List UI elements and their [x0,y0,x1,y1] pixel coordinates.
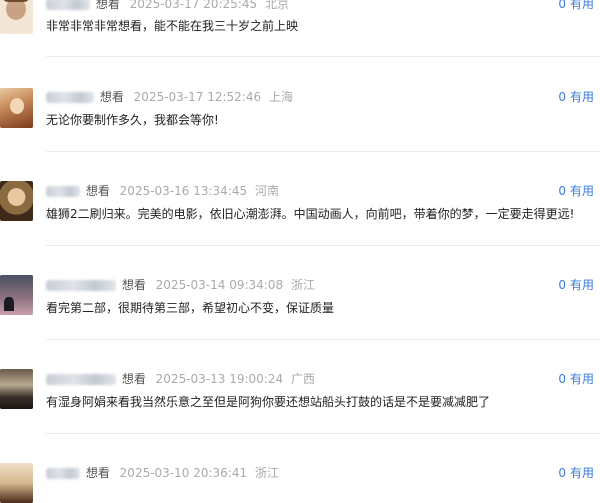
avatar[interactable] [0,275,33,315]
status-tag: 想看 [85,184,110,198]
status-tag: 想看 [99,90,124,104]
comment-text: 看完第二部，很期待第三部，希望初心不变，保证质量 [46,301,335,315]
comment-time: 2025-03-13 19:00:24 [155,372,284,386]
useful-count: 0 [558,278,566,292]
useful-label: 有用 [569,184,594,198]
divider [46,151,600,152]
useful-count: 0 [558,0,566,11]
avatar-face [10,98,24,114]
comment-location: 广西 [290,372,315,386]
comment-time: 2025-03-17 12:52:46 [133,90,262,104]
divider [46,433,600,434]
useful-label: 有用 [569,372,594,386]
avatar[interactable] [0,0,33,34]
username-blurred[interactable] [46,374,116,385]
avatar[interactable] [0,369,33,409]
username-blurred[interactable] [46,0,90,10]
comment-location: 河南 [254,184,279,198]
comment-time: 2025-03-16 13:34:45 [119,184,248,198]
username-blurred[interactable] [46,280,116,291]
comment-time: 2025-03-10 20:36:41 [119,466,248,480]
avatar[interactable] [0,463,33,503]
useful-count: 0 [558,466,566,480]
comment-time: 2025-03-14 09:34:08 [155,278,284,292]
useful-count: 0 [558,90,566,104]
comment-text: 非常非常非常想看，能不能在我三十岁之前上映 [46,19,299,33]
avatar-hair [4,0,28,2]
comment-header: 想看 2025-03-13 19:00:24 广西 [46,371,315,387]
avatar[interactable] [0,88,33,128]
useful-button[interactable]: 0 有用 [558,277,594,293]
comment-time: 2025-03-17 20:25:45 [129,0,258,11]
useful-label: 有用 [569,278,594,292]
status-tag: 想看 [95,0,120,11]
divider [46,339,600,340]
username-blurred[interactable] [46,468,80,479]
comment-location: 浙江 [290,278,315,292]
useful-button[interactable]: 0 有用 [558,0,594,12]
username-blurred[interactable] [46,92,94,103]
status-tag: 想看 [85,466,110,480]
avatar-hair [0,463,33,503]
avatar-face [6,0,26,20]
divider [46,56,600,57]
comment-header: 想看 2025-03-10 20:36:41 浙江 [46,465,279,481]
useful-label: 有用 [569,0,594,11]
comment-header: 想看 2025-03-17 20:25:45 北京 [46,0,289,12]
comment-text: 雄狮2二刷归来。完美的电影，依旧心潮澎湃。中国动画人，向前吧，带着你的梦，一定要… [46,207,575,221]
useful-label: 有用 [569,466,594,480]
useful-button[interactable]: 0 有用 [558,465,594,481]
avatar-sky [0,369,33,409]
comment-location: 浙江 [254,466,279,480]
status-tag: 想看 [121,278,146,292]
status-tag: 想看 [121,372,146,386]
divider [46,245,600,246]
useful-label: 有用 [569,90,594,104]
comment-header: 想看 2025-03-14 09:34:08 浙江 [46,277,315,293]
username-blurred[interactable] [46,186,80,197]
avatar-hair [0,181,33,221]
comment-location: 北京 [264,0,289,11]
comment-location: 上海 [268,90,293,104]
useful-count: 0 [558,184,566,198]
useful-button[interactable]: 0 有用 [558,371,594,387]
useful-count: 0 [558,372,566,386]
comment-header: 想看 2025-03-17 12:52:46 上海 [46,89,293,105]
avatar-figure [4,297,14,311]
useful-button[interactable]: 0 有用 [558,183,594,199]
avatar[interactable] [0,181,33,221]
comment-header: 想看 2025-03-16 13:34:45 河南 [46,183,279,199]
useful-button[interactable]: 0 有用 [558,89,594,105]
comment-text: 有湿身阿娟来看我当然乐意之至但是阿狗你要还想站船头打鼓的话是不是要减减肥了 [46,395,491,409]
comment-text: 无论你要制作多久，我都会等你! [46,113,219,127]
